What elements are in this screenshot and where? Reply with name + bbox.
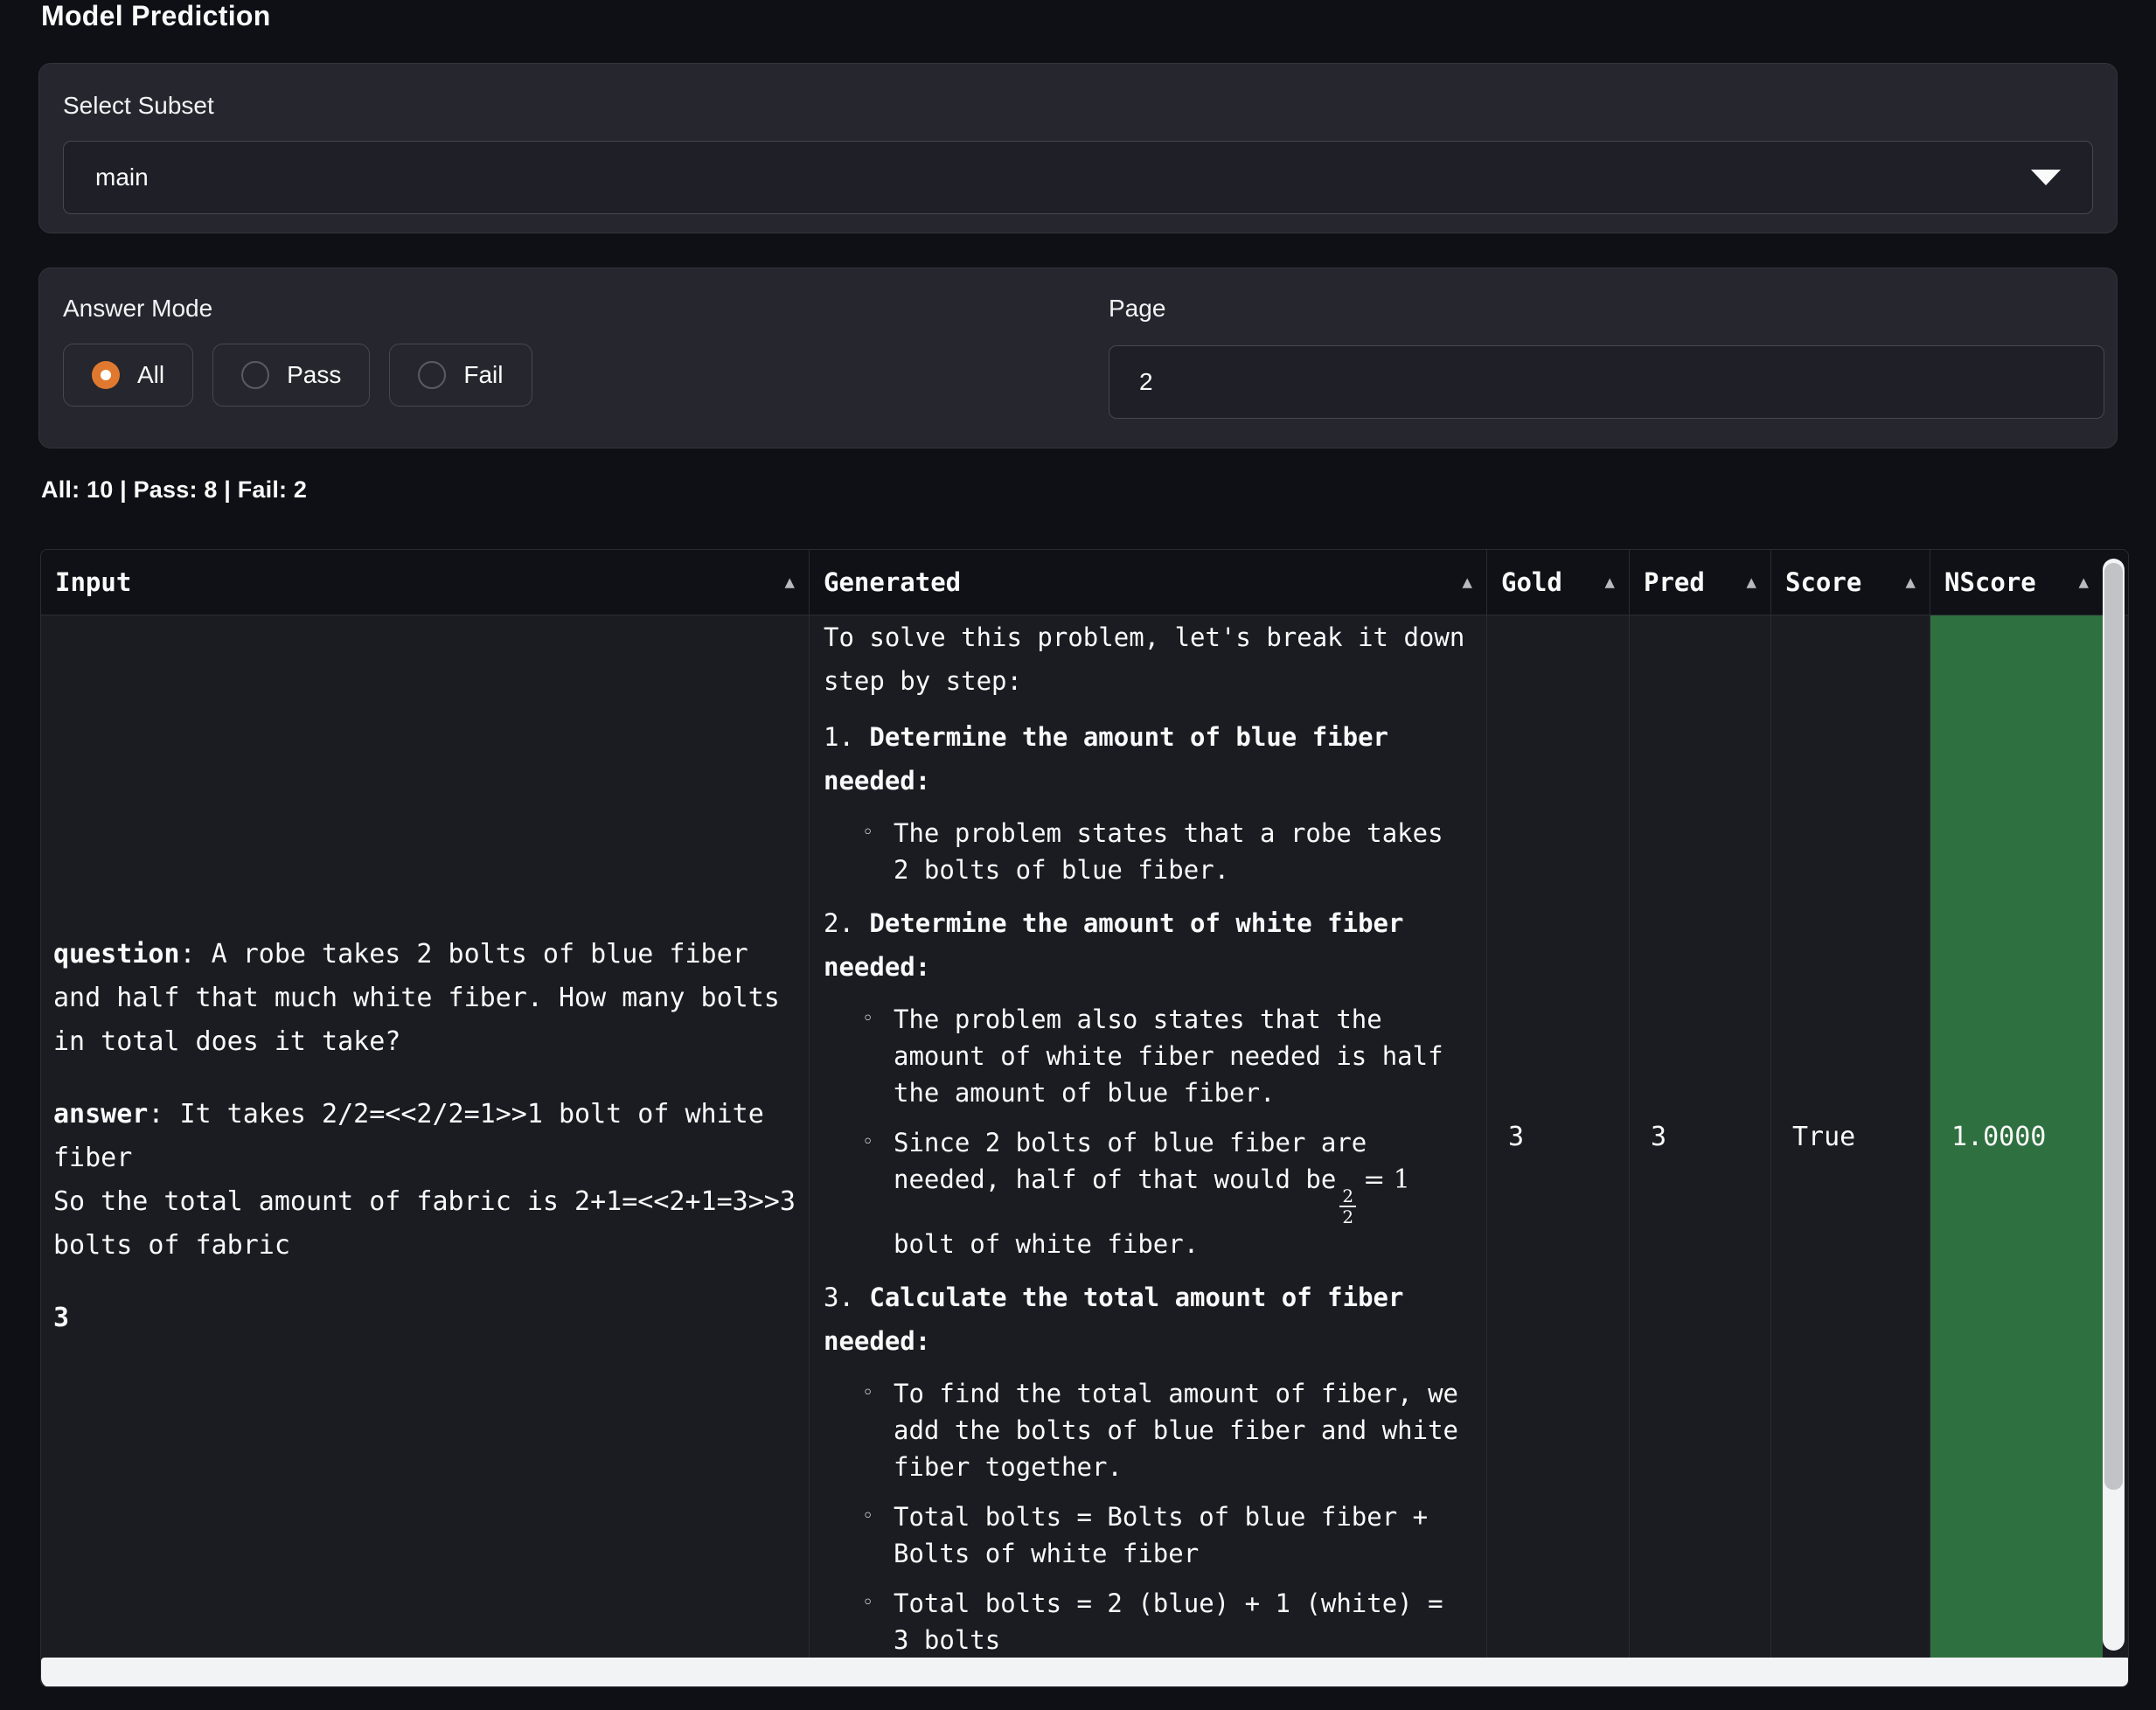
bullet-marker: ◦ bbox=[862, 1124, 894, 1262]
results-table: Input ▲ Generated ▲ Gold ▲ Pred ▲ Score … bbox=[40, 549, 2129, 1687]
subset-select[interactable]: main bbox=[63, 141, 2093, 214]
sort-asc-icon: ▲ bbox=[1605, 573, 1615, 592]
radio-all-label: All bbox=[137, 361, 164, 389]
radio-all[interactable]: All bbox=[63, 344, 193, 407]
filters-card: Answer Mode All Pass Fail Page 2 bbox=[38, 268, 2118, 448]
subset-selected-value: main bbox=[95, 163, 149, 191]
radio-pass[interactable]: Pass bbox=[212, 344, 370, 407]
input-question: question: A robe takes 2 bolts of blue f… bbox=[53, 933, 796, 1064]
cell-gold: 3 bbox=[1487, 615, 1630, 1658]
radio-fail[interactable]: Fail bbox=[389, 344, 532, 407]
bullet-marker: ◦ bbox=[862, 815, 894, 888]
vertical-scrollbar[interactable] bbox=[2103, 559, 2125, 1651]
generated-step-1: 1. Determine the amount of blue fiber ne… bbox=[824, 715, 1472, 803]
select-subset-card: Select Subset main bbox=[38, 63, 2118, 233]
page-input-value: 2 bbox=[1139, 368, 1153, 396]
vertical-scrollbar-thumb[interactable] bbox=[2104, 563, 2123, 1490]
cell-generated: To solve this problem, let's break it do… bbox=[810, 615, 1487, 1658]
radio-selected-icon bbox=[92, 361, 120, 389]
list-item: ◦ The problem also states that the amoun… bbox=[862, 1001, 1472, 1111]
column-header-nscore[interactable]: NScore ▲ bbox=[1930, 550, 2103, 615]
column-header-pred[interactable]: Pred ▲ bbox=[1630, 550, 1771, 615]
horizontal-scrollbar[interactable] bbox=[41, 1658, 2129, 1687]
cell-pred: 3 bbox=[1630, 615, 1771, 1658]
page-title: Model Prediction bbox=[41, 0, 271, 32]
list-item: ◦ Total bolts = 2 (blue) + 1 (white) = 3… bbox=[862, 1585, 1472, 1658]
radio-pass-label: Pass bbox=[287, 361, 341, 389]
sort-asc-icon: ▲ bbox=[1463, 573, 1472, 592]
cell-input: question: A robe takes 2 bolts of blue f… bbox=[41, 615, 810, 1658]
chevron-down-icon bbox=[2031, 170, 2061, 185]
column-header-input[interactable]: Input ▲ bbox=[41, 550, 810, 615]
bullet-marker: ◦ bbox=[862, 1585, 894, 1658]
cell-nscore: 1.0000 bbox=[1930, 615, 2103, 1658]
bullet-marker: ◦ bbox=[862, 1498, 894, 1572]
page-label: Page bbox=[1109, 295, 1165, 323]
stats-summary: All: 10 | Pass: 8 | Fail: 2 bbox=[41, 476, 307, 504]
select-subset-label: Select Subset bbox=[63, 92, 214, 120]
list-item: ◦ The problem states that a robe takes 2… bbox=[862, 815, 1472, 888]
radio-unselected-icon bbox=[241, 361, 269, 389]
cell-score: True bbox=[1771, 615, 1930, 1658]
sort-asc-icon: ▲ bbox=[1747, 573, 1756, 592]
bullet-marker: ◦ bbox=[862, 1001, 894, 1111]
list-item: ◦ To find the total amount of fiber, we … bbox=[862, 1375, 1472, 1485]
column-header-gold[interactable]: Gold ▲ bbox=[1487, 550, 1630, 615]
radio-unselected-icon bbox=[418, 361, 446, 389]
fraction: 22 bbox=[1339, 1187, 1356, 1226]
sort-asc-icon: ▲ bbox=[785, 573, 795, 592]
input-final-answer: 3 bbox=[53, 1296, 796, 1340]
sort-asc-icon: ▲ bbox=[1906, 573, 1916, 592]
input-answer: answer: It takes 2/2=<<2/2=1>>1 bolt of … bbox=[53, 1093, 796, 1268]
column-header-generated[interactable]: Generated ▲ bbox=[810, 550, 1487, 615]
answer-mode-label: Answer Mode bbox=[63, 295, 212, 323]
sort-asc-icon: ▲ bbox=[2079, 573, 2089, 592]
generated-intro: To solve this problem, let's break it do… bbox=[824, 615, 1472, 703]
list-item: ◦ Total bolts = Bolts of blue fiber + Bo… bbox=[862, 1498, 1472, 1572]
page-input[interactable]: 2 bbox=[1109, 345, 2104, 419]
bullet-marker: ◦ bbox=[862, 1375, 894, 1485]
list-item-math: ◦ Since 2 bolts of blue fiber are needed… bbox=[862, 1124, 1472, 1262]
column-header-score[interactable]: Score ▲ bbox=[1771, 550, 1930, 615]
radio-fail-label: Fail bbox=[463, 361, 503, 389]
generated-step-3: 3. Calculate the total amount of fiber n… bbox=[824, 1276, 1472, 1363]
generated-step-2: 2. Determine the amount of white fiber n… bbox=[824, 901, 1472, 989]
answer-mode-radio-group: All Pass Fail bbox=[63, 344, 532, 407]
